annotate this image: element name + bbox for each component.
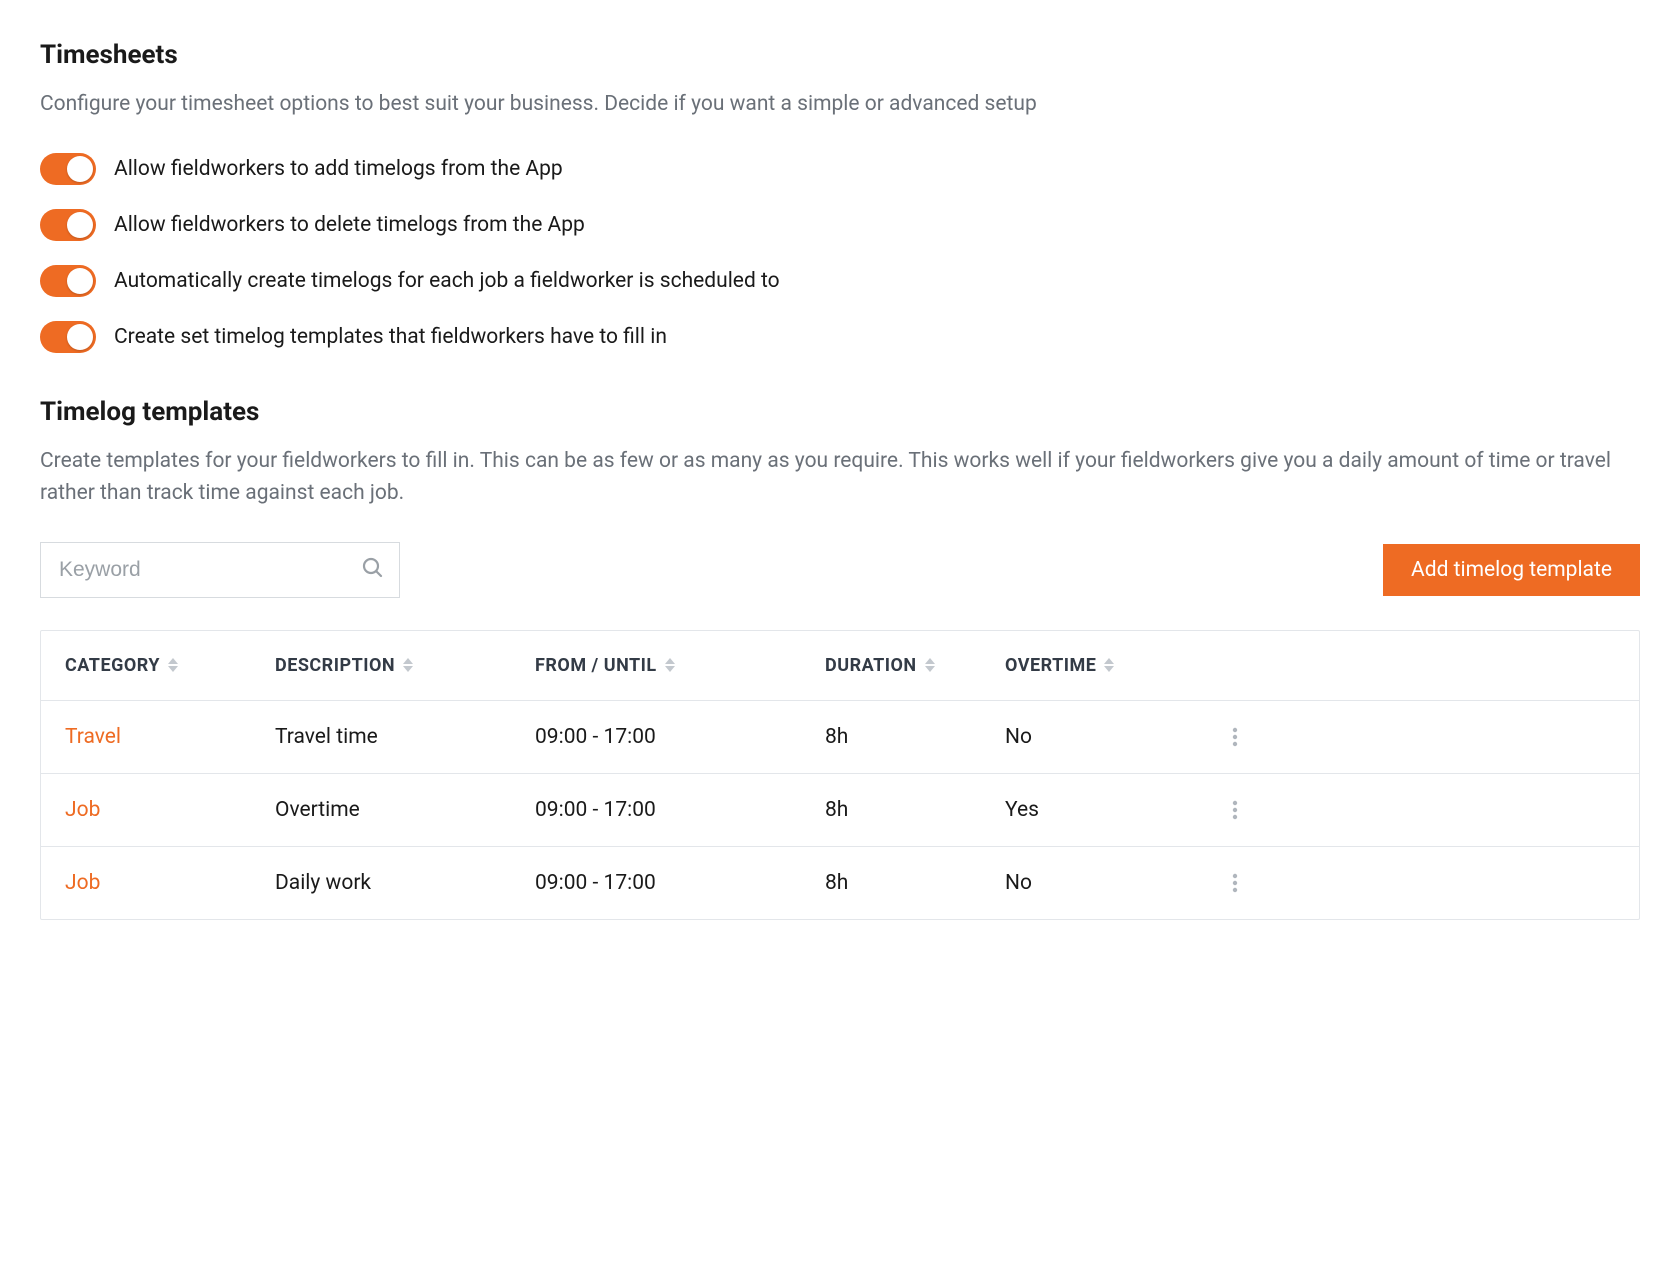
sort-icon <box>665 658 675 672</box>
toggle-auto-create[interactable] <box>40 265 96 297</box>
toggle-label: Automatically create timelogs for each j… <box>114 269 780 293</box>
row-menu-button[interactable] <box>1185 725 1245 749</box>
col-overtime[interactable]: OVERTIME <box>1005 655 1185 676</box>
cell-duration: 8h <box>825 798 1005 822</box>
templates-title: Timelog templates <box>40 397 1640 427</box>
sort-icon <box>925 658 935 672</box>
cell-category[interactable]: Travel <box>65 725 275 749</box>
timesheets-title: Timesheets <box>40 40 1640 70</box>
toggle-label: Allow fieldworkers to delete timelogs fr… <box>114 213 585 237</box>
col-description[interactable]: DESCRIPTION <box>275 655 535 676</box>
more-vertical-icon <box>1225 798 1245 822</box>
cell-description: Travel time <box>275 725 535 749</box>
table-row: Job Daily work 09:00 - 17:00 8h No <box>41 847 1639 919</box>
toggle-add-timelogs[interactable] <box>40 153 96 185</box>
col-label: FROM / UNTIL <box>535 655 657 676</box>
timesheets-section: Timesheets Configure your timesheet opti… <box>40 40 1640 353</box>
more-vertical-icon <box>1225 871 1245 895</box>
col-label: DESCRIPTION <box>275 655 395 676</box>
templates-desc: Create templates for your fieldworkers t… <box>40 445 1640 510</box>
more-vertical-icon <box>1225 725 1245 749</box>
toggle-delete-timelogs[interactable] <box>40 209 96 241</box>
timesheets-desc: Configure your timesheet options to best… <box>40 88 1640 121</box>
toggle-label: Allow fieldworkers to add timelogs from … <box>114 157 563 181</box>
cell-description: Daily work <box>275 871 535 895</box>
toggle-row-auto: Automatically create timelogs for each j… <box>40 265 1640 297</box>
search-wrap <box>40 542 400 598</box>
cell-from-until: 09:00 - 17:00 <box>535 798 825 822</box>
toggle-row-delete: Allow fieldworkers to delete timelogs fr… <box>40 209 1640 241</box>
col-category[interactable]: CATEGORY <box>65 655 275 676</box>
sort-icon <box>1104 658 1114 672</box>
cell-category[interactable]: Job <box>65 871 275 895</box>
cell-description: Overtime <box>275 798 535 822</box>
sort-icon <box>168 658 178 672</box>
col-label: DURATION <box>825 655 917 676</box>
cell-overtime: Yes <box>1005 798 1185 822</box>
table-row: Travel Travel time 09:00 - 17:00 8h No <box>41 701 1639 774</box>
templates-table: CATEGORY DESCRIPTION FROM / UNTIL <box>40 630 1640 920</box>
cell-from-until: 09:00 - 17:00 <box>535 725 825 749</box>
cell-overtime: No <box>1005 871 1185 895</box>
col-label: CATEGORY <box>65 655 160 676</box>
search-input[interactable] <box>40 542 400 598</box>
row-menu-button[interactable] <box>1185 871 1245 895</box>
cell-from-until: 09:00 - 17:00 <box>535 871 825 895</box>
toggle-set-templates[interactable] <box>40 321 96 353</box>
cell-duration: 8h <box>825 871 1005 895</box>
templates-toolbar: Add timelog template <box>40 542 1640 598</box>
sort-icon <box>403 658 413 672</box>
col-label: OVERTIME <box>1005 655 1096 676</box>
cell-category[interactable]: Job <box>65 798 275 822</box>
cell-overtime: No <box>1005 725 1185 749</box>
table-header: CATEGORY DESCRIPTION FROM / UNTIL <box>41 631 1639 701</box>
toggle-row-templates: Create set timelog templates that fieldw… <box>40 321 1640 353</box>
add-timelog-template-button[interactable]: Add timelog template <box>1383 544 1640 596</box>
row-menu-button[interactable] <box>1185 798 1245 822</box>
table-row: Job Overtime 09:00 - 17:00 8h Yes <box>41 774 1639 847</box>
toggle-label: Create set timelog templates that fieldw… <box>114 325 667 349</box>
templates-section: Timelog templates Create templates for y… <box>40 397 1640 920</box>
cell-duration: 8h <box>825 725 1005 749</box>
toggle-row-add: Allow fieldworkers to add timelogs from … <box>40 153 1640 185</box>
col-from-until[interactable]: FROM / UNTIL <box>535 655 825 676</box>
col-duration[interactable]: DURATION <box>825 655 1005 676</box>
